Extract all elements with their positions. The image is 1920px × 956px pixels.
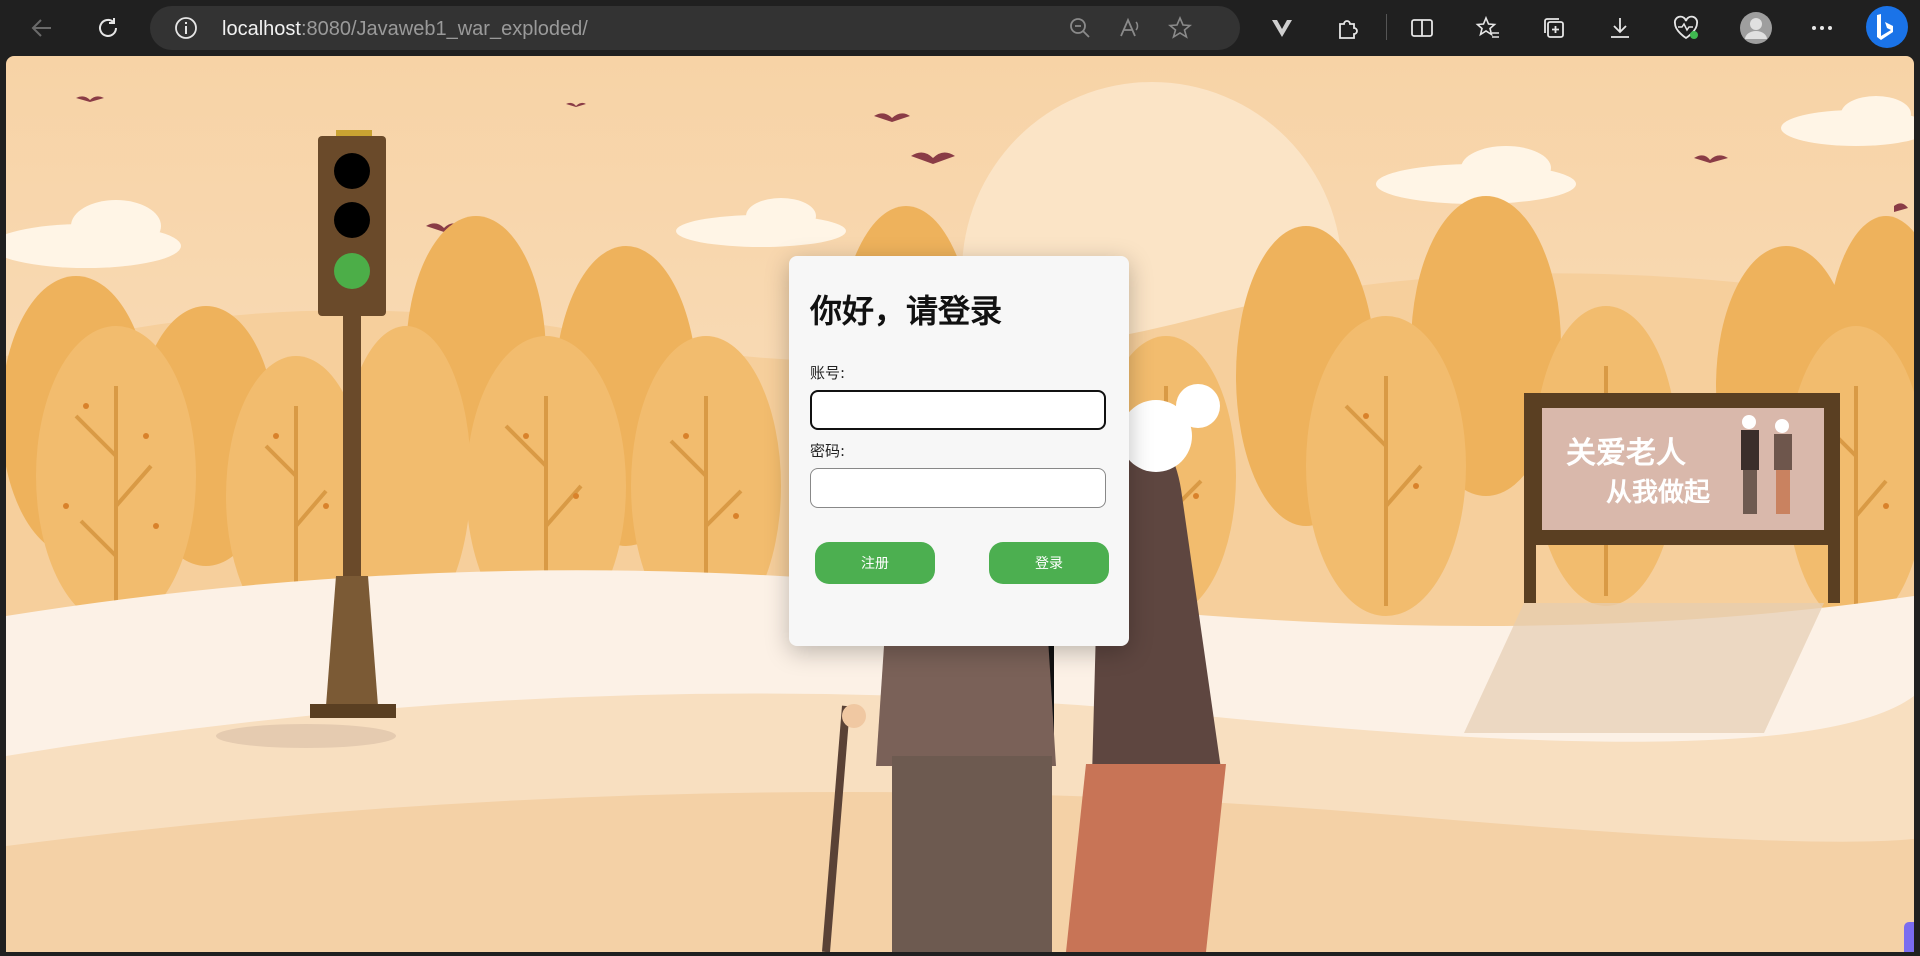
back-button[interactable] bbox=[22, 8, 62, 48]
register-button[interactable]: 注册 bbox=[815, 542, 935, 584]
extension-v-icon bbox=[1272, 20, 1292, 37]
toolbar-separator bbox=[1386, 14, 1387, 40]
password-input[interactable] bbox=[810, 468, 1106, 508]
refresh-icon bbox=[99, 18, 117, 37]
address-bar[interactable]: localhost:8080/Javaweb1_war_exploded/ bbox=[150, 6, 1240, 50]
profile-button[interactable] bbox=[1738, 10, 1774, 46]
collections-icon bbox=[1544, 18, 1564, 38]
refresh-button[interactable] bbox=[88, 8, 128, 48]
favorite-star-icon[interactable] bbox=[1168, 16, 1192, 40]
login-card: 你好，请登录 账号: 密码: 注册 登录 bbox=[789, 256, 1129, 646]
extensions-button[interactable] bbox=[1332, 12, 1364, 44]
login-button[interactable]: 登录 bbox=[989, 542, 1109, 584]
password-label: 密码: bbox=[810, 442, 846, 460]
read-aloud-icon[interactable] bbox=[1118, 16, 1142, 40]
favorites-button[interactable] bbox=[1472, 12, 1504, 44]
downloads-button[interactable] bbox=[1604, 12, 1636, 44]
info-icon[interactable] bbox=[174, 16, 198, 40]
extension-v-button[interactable] bbox=[1266, 12, 1298, 44]
split-screen-icon bbox=[1411, 19, 1433, 37]
billboard-line2: 从我做起 bbox=[1606, 478, 1711, 508]
billboard-line1: 关爱老人 bbox=[1566, 436, 1686, 471]
extensions-puzzle-icon bbox=[1339, 20, 1358, 39]
download-icon bbox=[1611, 18, 1629, 38]
scrollbar-thumb[interactable] bbox=[1904, 922, 1914, 952]
account-label: 账号: bbox=[810, 364, 846, 382]
bing-copilot-button[interactable] bbox=[1864, 4, 1910, 50]
url-text[interactable]: localhost:8080/Javaweb1_war_exploded/ bbox=[222, 18, 588, 41]
login-title: 你好，请登录 bbox=[810, 292, 1003, 330]
more-icon bbox=[1812, 26, 1832, 30]
back-icon bbox=[31, 19, 51, 37]
favorites-icon bbox=[1475, 15, 1499, 38]
browser-essentials-button[interactable] bbox=[1670, 12, 1702, 44]
browser-essentials-icon bbox=[1674, 15, 1698, 40]
split-screen-button[interactable] bbox=[1406, 12, 1438, 44]
page-viewport: 关爱老人 从我做起 你好，请登录 账号: 密码: 注册 登录 bbox=[6, 56, 1914, 952]
account-input[interactable] bbox=[810, 390, 1106, 430]
collections-button[interactable] bbox=[1538, 12, 1570, 44]
profile-avatar-icon bbox=[1740, 12, 1772, 44]
zoom-out-icon[interactable] bbox=[1068, 16, 1092, 40]
more-button[interactable] bbox=[1806, 12, 1838, 44]
bing-copilot-icon bbox=[1866, 6, 1908, 48]
browser-toolbar: localhost:8080/Javaweb1_war_exploded/ bbox=[0, 0, 1920, 56]
